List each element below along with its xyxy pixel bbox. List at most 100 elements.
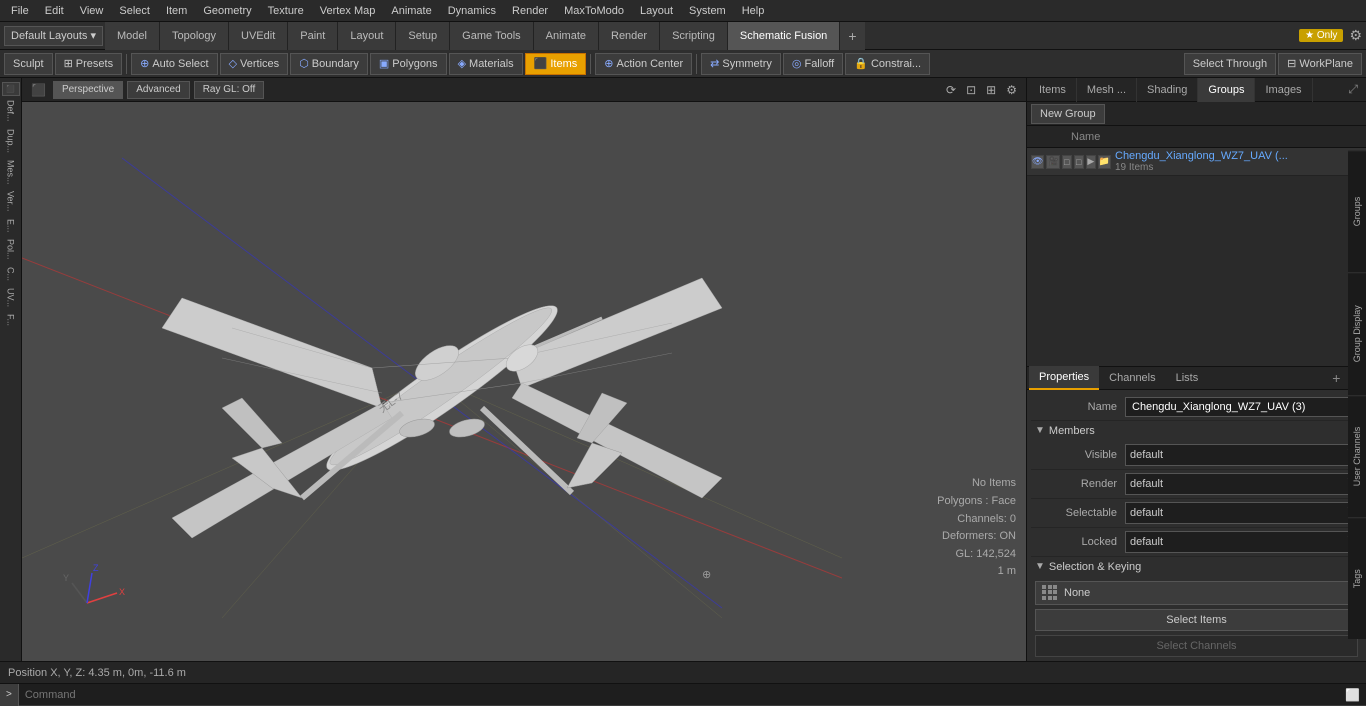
tab-shading[interactable]: Shading xyxy=(1137,78,1198,102)
settings-button[interactable]: ⚙ xyxy=(1349,27,1362,44)
falloff-button[interactable]: ◎ Falloff xyxy=(783,53,843,75)
action-center-button[interactable]: ⊕ Action Center xyxy=(595,53,692,75)
menu-layout[interactable]: Layout xyxy=(633,3,680,19)
extra-icon[interactable]: □ xyxy=(1074,155,1084,169)
boundary-button[interactable]: ⬡ Boundary xyxy=(290,53,368,75)
tab-scripting[interactable]: Scripting xyxy=(660,22,728,50)
side-label-tags[interactable]: Tags xyxy=(1348,517,1366,639)
locked-select-wrap[interactable]: default xyxy=(1125,531,1358,553)
menu-file[interactable]: File xyxy=(4,3,36,19)
menu-edit[interactable]: Edit xyxy=(38,3,71,19)
select-items-button[interactable]: Select Items xyxy=(1035,609,1358,631)
menu-animate[interactable]: Animate xyxy=(384,3,438,19)
menu-item[interactable]: Item xyxy=(159,3,194,19)
tab-images[interactable]: Images xyxy=(1255,78,1312,102)
none-button[interactable]: None xyxy=(1035,581,1358,605)
only-badge[interactable]: ★ Only xyxy=(1299,29,1343,42)
sidebar-polygon[interactable]: Pol... xyxy=(5,236,17,263)
menu-render[interactable]: Render xyxy=(505,3,555,19)
sidebar-uv[interactable]: UV... xyxy=(5,285,17,310)
tab-uvedit[interactable]: UVEdit xyxy=(229,22,288,50)
sidebar-channel[interactable]: C... xyxy=(5,264,17,284)
sculpt-button[interactable]: Sculpt xyxy=(4,53,53,75)
tab-gametools[interactable]: Game Tools xyxy=(450,22,534,50)
name-input[interactable] xyxy=(1125,397,1358,417)
command-arrow-btn[interactable]: > xyxy=(0,684,19,706)
render-select[interactable]: default xyxy=(1125,473,1358,495)
menu-texture[interactable]: Texture xyxy=(261,3,311,19)
tab-layout[interactable]: Layout xyxy=(338,22,396,50)
menu-maxtomodo[interactable]: MaxToModo xyxy=(557,3,631,19)
menu-vertexmap[interactable]: Vertex Map xyxy=(313,3,383,19)
render-select-wrap[interactable]: default xyxy=(1125,473,1358,495)
sidebar-duplicate[interactable]: Dup... xyxy=(5,126,17,156)
lock-icon[interactable]: □ xyxy=(1062,155,1072,169)
tab-animate[interactable]: Animate xyxy=(534,22,599,50)
visible-select[interactable]: default xyxy=(1125,444,1358,466)
prop-tab-channels[interactable]: Channels xyxy=(1099,366,1165,390)
render-icon[interactable]: 🎥 xyxy=(1046,155,1059,169)
tab-render[interactable]: Render xyxy=(599,22,660,50)
auto-select-button[interactable]: ⊕ Auto Select xyxy=(131,53,217,75)
locked-row: Locked default xyxy=(1031,528,1362,557)
sidebar-falloff[interactable]: F... xyxy=(5,311,17,329)
tab-topology[interactable]: Topology xyxy=(160,22,229,50)
group-expand-icon[interactable]: ▶ xyxy=(1086,155,1096,169)
symmetry-button[interactable]: ⇄ Symmetry xyxy=(701,53,781,75)
command-clear-btn[interactable]: ⬜ xyxy=(1339,688,1366,702)
new-group-button[interactable]: New Group xyxy=(1031,104,1105,124)
constrain-button[interactable]: 🔒 Constrai... xyxy=(845,53,930,75)
items-button[interactable]: ⬛ Items xyxy=(525,53,587,75)
tab-groups[interactable]: Groups xyxy=(1198,78,1255,102)
workplane-button[interactable]: ⊟ WorkPlane xyxy=(1278,53,1362,75)
more-section: » xyxy=(1031,661,1362,662)
selectable-select-wrap[interactable]: default xyxy=(1125,502,1358,524)
select-through-button[interactable]: Select Through xyxy=(1184,53,1276,75)
menu-dynamics[interactable]: Dynamics xyxy=(441,3,503,19)
sidebar-expand[interactable]: ⬛ xyxy=(2,82,20,96)
sel-keying-header[interactable]: ▼ Selection & Keying xyxy=(1031,557,1362,577)
tab-mesh[interactable]: Mesh ... xyxy=(1077,78,1137,102)
viewport[interactable]: ⬛ Perspective Advanced Ray GL: Off ⟳ ⊡ ⊞… xyxy=(22,78,1026,661)
side-label-group-display[interactable]: Group Display xyxy=(1348,272,1366,394)
sidebar-edge[interactable]: E... xyxy=(5,216,17,236)
side-label-groups[interactable]: Groups xyxy=(1348,150,1366,272)
folder-icon[interactable]: 📁 xyxy=(1098,155,1111,169)
locked-select[interactable]: default xyxy=(1125,531,1358,553)
panel-expand-btn[interactable]: ⤢ xyxy=(1342,82,1364,97)
none-icon xyxy=(1042,585,1058,601)
tab-model[interactable]: Model xyxy=(105,22,160,50)
menu-help[interactable]: Help xyxy=(735,3,772,19)
name-value[interactable] xyxy=(1125,397,1358,417)
layout-select[interactable]: Default Layouts ▾ xyxy=(4,26,103,46)
selectable-select[interactable]: default xyxy=(1125,502,1358,524)
group-item[interactable]: 👁 🎥 □ □ ▶ 📁 Chengdu_Xianglong_WZ7_UAV (.… xyxy=(1027,148,1366,176)
add-tab-button[interactable]: + xyxy=(840,22,864,50)
tab-setup[interactable]: Setup xyxy=(396,22,450,50)
side-label-user-channels[interactable]: User Channels xyxy=(1348,395,1366,517)
vertices-button[interactable]: ◇ Vertices xyxy=(220,53,289,75)
prop-tab-add-btn[interactable]: + xyxy=(1326,370,1346,386)
menu-select[interactable]: Select xyxy=(112,3,157,19)
menu-view[interactable]: View xyxy=(73,3,111,19)
tab-items[interactable]: Items xyxy=(1029,78,1077,102)
menu-system[interactable]: System xyxy=(682,3,733,19)
presets-button[interactable]: ⊞ Presets xyxy=(55,53,123,75)
visibility-icon[interactable]: 👁 xyxy=(1031,155,1044,169)
polygons-button[interactable]: ▣ Polygons xyxy=(370,53,447,75)
tab-schematicfusion[interactable]: Schematic Fusion xyxy=(728,22,840,50)
sidebar-vertex[interactable]: Ver... xyxy=(5,188,17,215)
sidebar-mesh[interactable]: Mes... xyxy=(5,157,17,188)
materials-button[interactable]: ◈ Materials xyxy=(449,53,523,75)
members-section-header[interactable]: ▼ Members xyxy=(1031,421,1362,441)
sidebar-deform[interactable]: Def... xyxy=(5,97,17,125)
tab-paint[interactable]: Paint xyxy=(288,22,338,50)
svg-text:Z: Z xyxy=(93,563,99,573)
visible-select-wrap[interactable]: default xyxy=(1125,444,1358,466)
command-input[interactable] xyxy=(19,689,1339,701)
menu-geometry[interactable]: Geometry xyxy=(196,3,258,19)
select-channels-button[interactable]: Select Channels xyxy=(1035,635,1358,657)
prop-tab-lists[interactable]: Lists xyxy=(1166,366,1209,390)
prop-tab-properties[interactable]: Properties xyxy=(1029,366,1099,390)
panel-tabs-row: Items Mesh ... Shading Groups Images ⤢ xyxy=(1027,78,1366,102)
